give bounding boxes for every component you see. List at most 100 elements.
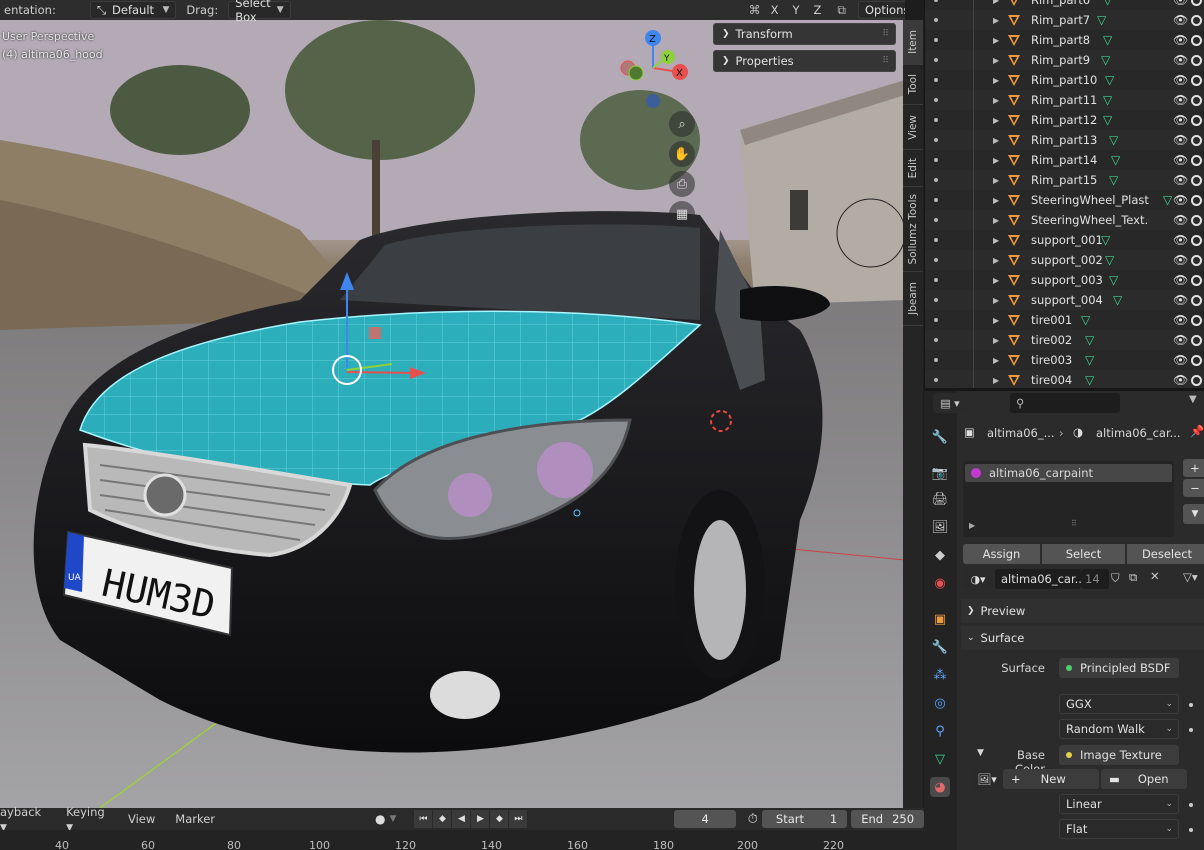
outliner-row[interactable]: ▶ support_004 ▽ 👁 — [925, 290, 1204, 310]
record-icon[interactable]: ● — [375, 812, 385, 826]
material-icon[interactable]: ◕ — [930, 777, 950, 797]
gizmo-x-arrow[interactable] — [346, 371, 416, 374]
eye-icon[interactable]: 👁 — [1173, 333, 1188, 347]
eye-icon[interactable]: 👁 — [1173, 0, 1188, 7]
mesh-data-icon[interactable]: ▽ — [1103, 113, 1112, 127]
mesh-data-icon[interactable]: ▽ — [1111, 153, 1120, 167]
visibility-dot[interactable] — [934, 258, 938, 262]
mesh-data-icon[interactable]: ▽ — [1101, 53, 1110, 67]
interpolation-dropdown[interactable]: Linear ⌄ — [1059, 794, 1179, 814]
outliner-row[interactable]: ▶ Rim_part13 ▽ 👁 — [925, 130, 1204, 150]
output-icon[interactable]: 🖨 — [930, 489, 950, 509]
visibility-dot[interactable] — [934, 138, 938, 142]
expand-arrow-icon[interactable]: ▶ — [993, 276, 999, 285]
outliner-row[interactable]: ▶ Rim_part7 ▽ 👁 — [925, 10, 1204, 30]
user-count[interactable]: 14 — [1081, 569, 1109, 589]
render-camera-icon[interactable] — [1191, 34, 1202, 46]
chevron-down-icon[interactable]: ▼ — [1189, 394, 1197, 405]
render-camera-icon[interactable] — [1191, 274, 1202, 286]
modifier-wrench-icon[interactable]: 🔧 — [930, 637, 950, 657]
visibility-dot[interactable] — [934, 378, 938, 382]
physics-icon[interactable]: ◎ — [930, 693, 950, 713]
expand-arrow-icon[interactable]: ▶ — [993, 116, 999, 125]
mesh-data-icon[interactable]: ▽ — [1103, 0, 1112, 7]
mesh-data-icon[interactable]: ▽ — [1085, 333, 1094, 347]
outliner-row[interactable]: ▶ support_003 ▽ 👁 — [925, 270, 1204, 290]
tab-view[interactable]: View — [903, 105, 923, 150]
stopwatch-icon[interactable]: ⏱ — [748, 812, 758, 827]
expand-arrow-icon[interactable]: ▶ — [993, 296, 999, 305]
new-image-button[interactable]: + New — [1003, 769, 1099, 789]
render-icon[interactable]: 📷 — [930, 463, 950, 483]
render-camera-icon[interactable] — [1191, 54, 1202, 66]
pan-hand-icon[interactable]: ✋ — [669, 141, 695, 167]
mesh-data-icon[interactable]: ▽ — [1105, 253, 1114, 267]
distribution-dropdown[interactable]: GGX ⌄ — [1059, 694, 1179, 714]
select-button[interactable]: Select — [1042, 544, 1125, 564]
expand-arrow-icon[interactable]: ▶ — [993, 156, 999, 165]
outliner-row[interactable]: ▶ Rim_part8 ▽ 👁 — [925, 30, 1204, 50]
remove-slot-button[interactable]: − — [1183, 479, 1204, 497]
current-frame-field[interactable]: 4 — [674, 810, 736, 828]
view-layer-icon[interactable]: 🖼 — [930, 517, 950, 537]
expand-arrow-icon[interactable]: ▶ — [993, 356, 999, 365]
visibility-dot[interactable] — [934, 178, 938, 182]
visibility-dot[interactable] — [934, 278, 938, 282]
outliner-row[interactable]: ▶ Rim_part9 ▽ 👁 — [925, 50, 1204, 70]
outliner-row[interactable]: ▶ tire003 ▽ 👁 — [925, 350, 1204, 370]
menu-view[interactable]: View — [122, 812, 161, 826]
chevron-down-icon[interactable]: ▼ — [390, 814, 397, 824]
mesh-data-icon[interactable]: ▽ — [1103, 93, 1112, 107]
search-input[interactable]: ⚲ — [1010, 393, 1120, 413]
visibility-dot[interactable] — [934, 18, 938, 22]
mesh-data-icon[interactable]: ▽ — [1085, 353, 1094, 367]
mirror-z-toggle[interactable]: Z — [810, 3, 826, 17]
outliner-row[interactable]: ▶ Rim_part11 ▽ 👁 — [925, 90, 1204, 110]
expand-arrow-icon[interactable]: ▶ — [993, 0, 999, 5]
outliner-row[interactable]: ▶ tire004 ▽ 👁 — [925, 370, 1204, 388]
outliner-row[interactable]: ▶SteeringWheel_Text.001▽👁 — [925, 210, 1204, 230]
transform-panel-header[interactable]: ❯ Transform ⠿ — [713, 23, 896, 45]
eye-icon[interactable]: 👁 — [1173, 33, 1188, 47]
render-camera-icon[interactable] — [1191, 294, 1202, 306]
world-icon[interactable]: ◉ — [930, 573, 950, 593]
play-icon[interactable]: ▶ — [471, 810, 491, 828]
render-camera-icon[interactable] — [1191, 334, 1202, 346]
render-camera-icon[interactable] — [1191, 14, 1202, 26]
eye-icon[interactable]: 👁 — [1173, 273, 1188, 287]
outliner-row[interactable]: ▶ Rim_part6 ▽ 👁 — [925, 0, 1204, 10]
browse-image-icon[interactable]: 🖼▾ — [973, 769, 1001, 789]
visibility-dot[interactable] — [934, 298, 938, 302]
render-camera-icon[interactable] — [1191, 234, 1202, 246]
gizmo-neg-y-ball[interactable] — [628, 65, 644, 81]
slot-specials-button[interactable]: ▼ — [1183, 504, 1204, 524]
properties-panel-header[interactable]: ❯ Properties ⠿ — [713, 50, 896, 72]
outliner-row[interactable]: ▶ Rim_part12 ▽ 👁 — [925, 110, 1204, 130]
menu-marker[interactable]: Marker — [169, 812, 221, 826]
visibility-dot[interactable] — [934, 38, 938, 42]
assign-button[interactable]: Assign — [963, 544, 1040, 564]
editor-type-icon[interactable]: ▤ ▾ — [933, 393, 967, 413]
timeline-ruler[interactable]: 40 60 80 100 120 140 160 180 200 220 — [0, 830, 924, 850]
eye-icon[interactable]: 👁 — [1173, 93, 1188, 107]
surface-section-header[interactable]: ⌄ Surface — [961, 626, 1204, 650]
options-dropdown[interactable]: Options ▼ — [858, 1, 905, 19]
mesh-data-icon[interactable]: ▽ — [1109, 173, 1118, 187]
expand-arrow-icon[interactable]: ▶ — [993, 236, 999, 245]
mesh-data-icon[interactable]: ▽ — [1113, 293, 1122, 307]
mirror-y-toggle[interactable]: Y — [789, 3, 804, 17]
prev-keyframe-icon[interactable]: ◆ — [433, 810, 453, 828]
visibility-dot[interactable] — [934, 338, 938, 342]
eye-icon[interactable]: 👁 — [1173, 173, 1188, 187]
jump-start-icon[interactable]: ⏮ — [414, 810, 434, 828]
render-camera-icon[interactable] — [1191, 134, 1202, 146]
mesh-data-icon[interactable]: ▽ — [1103, 33, 1112, 47]
render-camera-icon[interactable] — [1191, 314, 1202, 326]
link-mode-icon[interactable]: ▽▾ — [1183, 570, 1198, 584]
render-camera-icon[interactable] — [1191, 154, 1202, 166]
expand-arrow-icon[interactable]: ▶ — [993, 136, 999, 145]
chevron-down-icon[interactable]: ▼ — [977, 748, 984, 758]
particles-icon[interactable]: ⁂ — [930, 665, 950, 685]
add-slot-button[interactable]: + — [1183, 459, 1204, 477]
browse-material-icon[interactable]: ◑▾ — [963, 569, 993, 589]
